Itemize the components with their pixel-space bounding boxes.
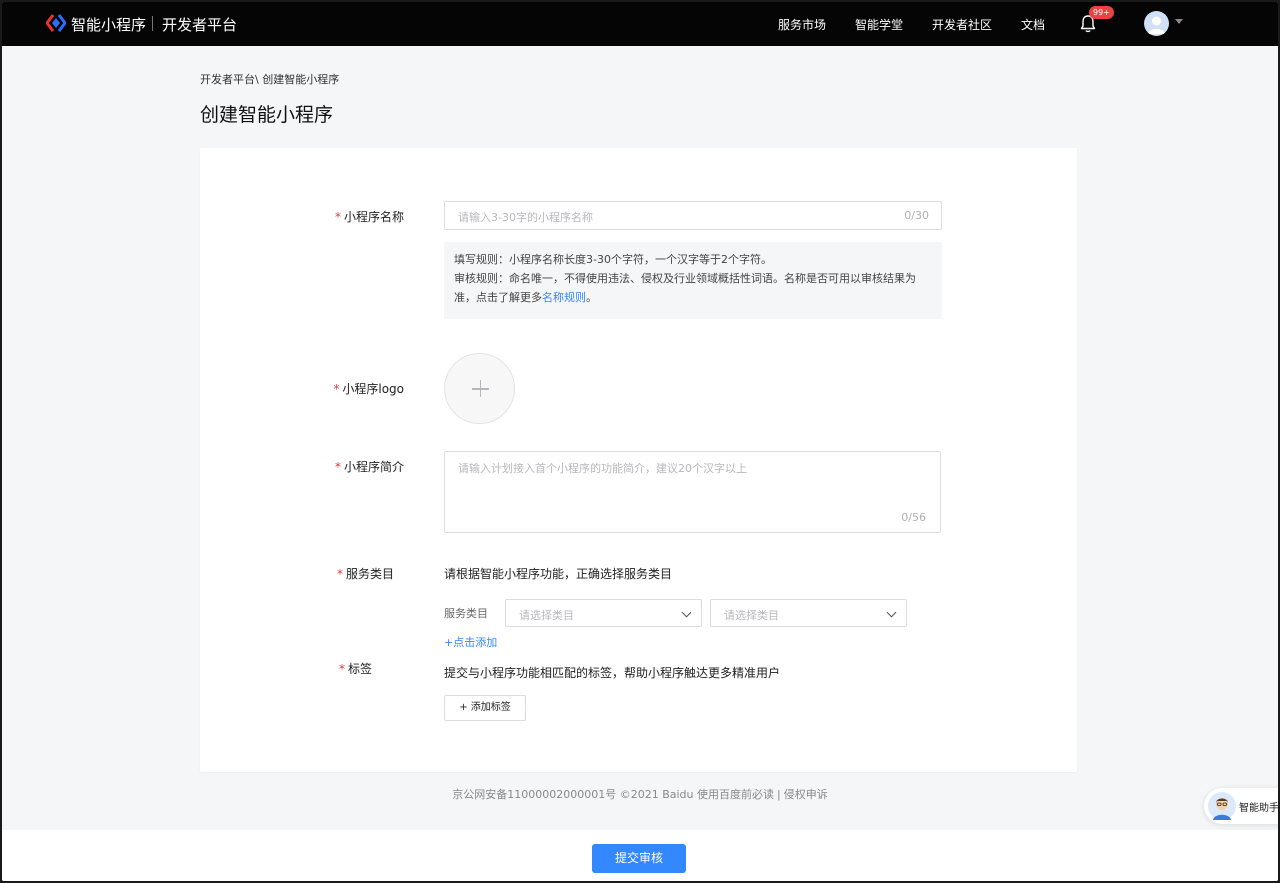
name-placeholder: 请输入3-30字的小程序名称 — [458, 211, 593, 224]
name-input[interactable]: 请输入3-30字的小程序名称 0/30 — [444, 201, 942, 230]
review-rule-text-cont: 准，点击了解更多 — [454, 291, 542, 304]
nav-service-market[interactable]: 服务市场 — [778, 16, 826, 33]
logo-upload-button[interactable] — [444, 353, 515, 424]
intro-char-counter: 0/56 — [901, 511, 926, 524]
assistant-avatar-icon — [1208, 792, 1236, 820]
intro-textarea[interactable]: 请输入计划接入首个小程序的功能简介，建议20个汉字以上 0/56 — [444, 451, 941, 533]
tags-label: * 标签 — [338, 662, 372, 676]
required-mark: * — [334, 210, 341, 224]
user-avatar-icon[interactable] — [1144, 11, 1169, 36]
breadcrumb[interactable]: 开发者平台\ 创建智能小程序 — [200, 71, 339, 87]
report-link[interactable]: 侵权申诉 — [784, 788, 828, 801]
category-label: * 服务类目 — [336, 567, 394, 581]
name-char-counter: 0/30 — [904, 209, 929, 222]
brand-name[interactable]: 智能小程序 — [71, 14, 146, 35]
chevron-down-icon — [886, 607, 897, 618]
caret-down-icon[interactable] — [1175, 19, 1183, 24]
bottom-action-bar: 提交审核 — [2, 830, 1278, 881]
chevron-down-icon — [681, 607, 692, 618]
brand-divider — [152, 16, 153, 31]
app-window: 智能小程序 开发者平台 服务市场 智能学堂 开发者社区 文档 99+ 开发者平台… — [2, 2, 1278, 881]
review-rule-text: 审核规则：命名唯一，不得使用违法、侵权及行业领域概括性词语。名称是否可用以审核结… — [454, 272, 916, 285]
swan-logo-icon[interactable] — [46, 13, 66, 33]
name-label: * 小程序名称 — [334, 210, 404, 224]
nav-developer-community[interactable]: 开发者社区 — [932, 16, 992, 33]
category-hint: 请根据智能小程序功能，正确选择服务类目 — [444, 567, 673, 581]
category-select-secondary[interactable]: 请选择类目 — [710, 599, 907, 627]
category-select-primary[interactable]: 请选择类目 — [505, 599, 702, 627]
nav-docs[interactable]: 文档 — [1021, 16, 1045, 33]
create-form-card: * 小程序名称 请输入3-30字的小程序名称 0/30 填写规则：小程序名称长度3… — [200, 148, 1077, 772]
top-navigation: 智能小程序 开发者平台 服务市场 智能学堂 开发者社区 文档 99+ — [2, 2, 1278, 46]
terms-link[interactable]: 使用百度前必读 — [697, 788, 774, 801]
naming-rules-panel: 填写规则：小程序名称长度3-30个字符，一个汉字等于2个字符。 审核规则：命名唯… — [444, 242, 942, 319]
naming-rules-link[interactable]: 名称规则 — [542, 291, 586, 304]
submit-review-button[interactable]: 提交审核 — [592, 844, 686, 873]
nav-smart-academy[interactable]: 智能学堂 — [855, 16, 903, 33]
logo-label: * 小程序logo — [333, 382, 404, 396]
assistant-label: 智能助手 — [1239, 803, 1278, 814]
intro-label: * 小程序简介 — [334, 460, 404, 474]
intro-placeholder: 请输入计划接入首个小程序的功能简介，建议20个汉字以上 — [458, 462, 747, 475]
add-category-link[interactable]: +点击添加 — [444, 634, 497, 650]
category-sub-label: 服务类目 — [444, 607, 488, 620]
page-footer: 京公网安备11000002000001号 ©2021 Baidu 使用百度前必读… — [452, 788, 828, 801]
notification-badge: 99+ — [1089, 6, 1114, 19]
platform-name[interactable]: 开发者平台 — [162, 14, 237, 35]
fill-rule-text: 填写规则：小程序名称长度3-30个字符，一个汉字等于2个字符。 — [454, 253, 772, 266]
icp-text: 京公网安备11000002000001号 ©2021 Baidu — [452, 788, 694, 801]
smart-assistant-button[interactable]: 智能助手 — [1204, 788, 1278, 824]
tags-hint: 提交与小程序功能相匹配的标签，帮助小程序触达更多精准用户 — [444, 666, 781, 680]
add-tag-button[interactable]: + 添加标签 — [444, 695, 526, 721]
page-title: 创建智能小程序 — [200, 104, 334, 126]
